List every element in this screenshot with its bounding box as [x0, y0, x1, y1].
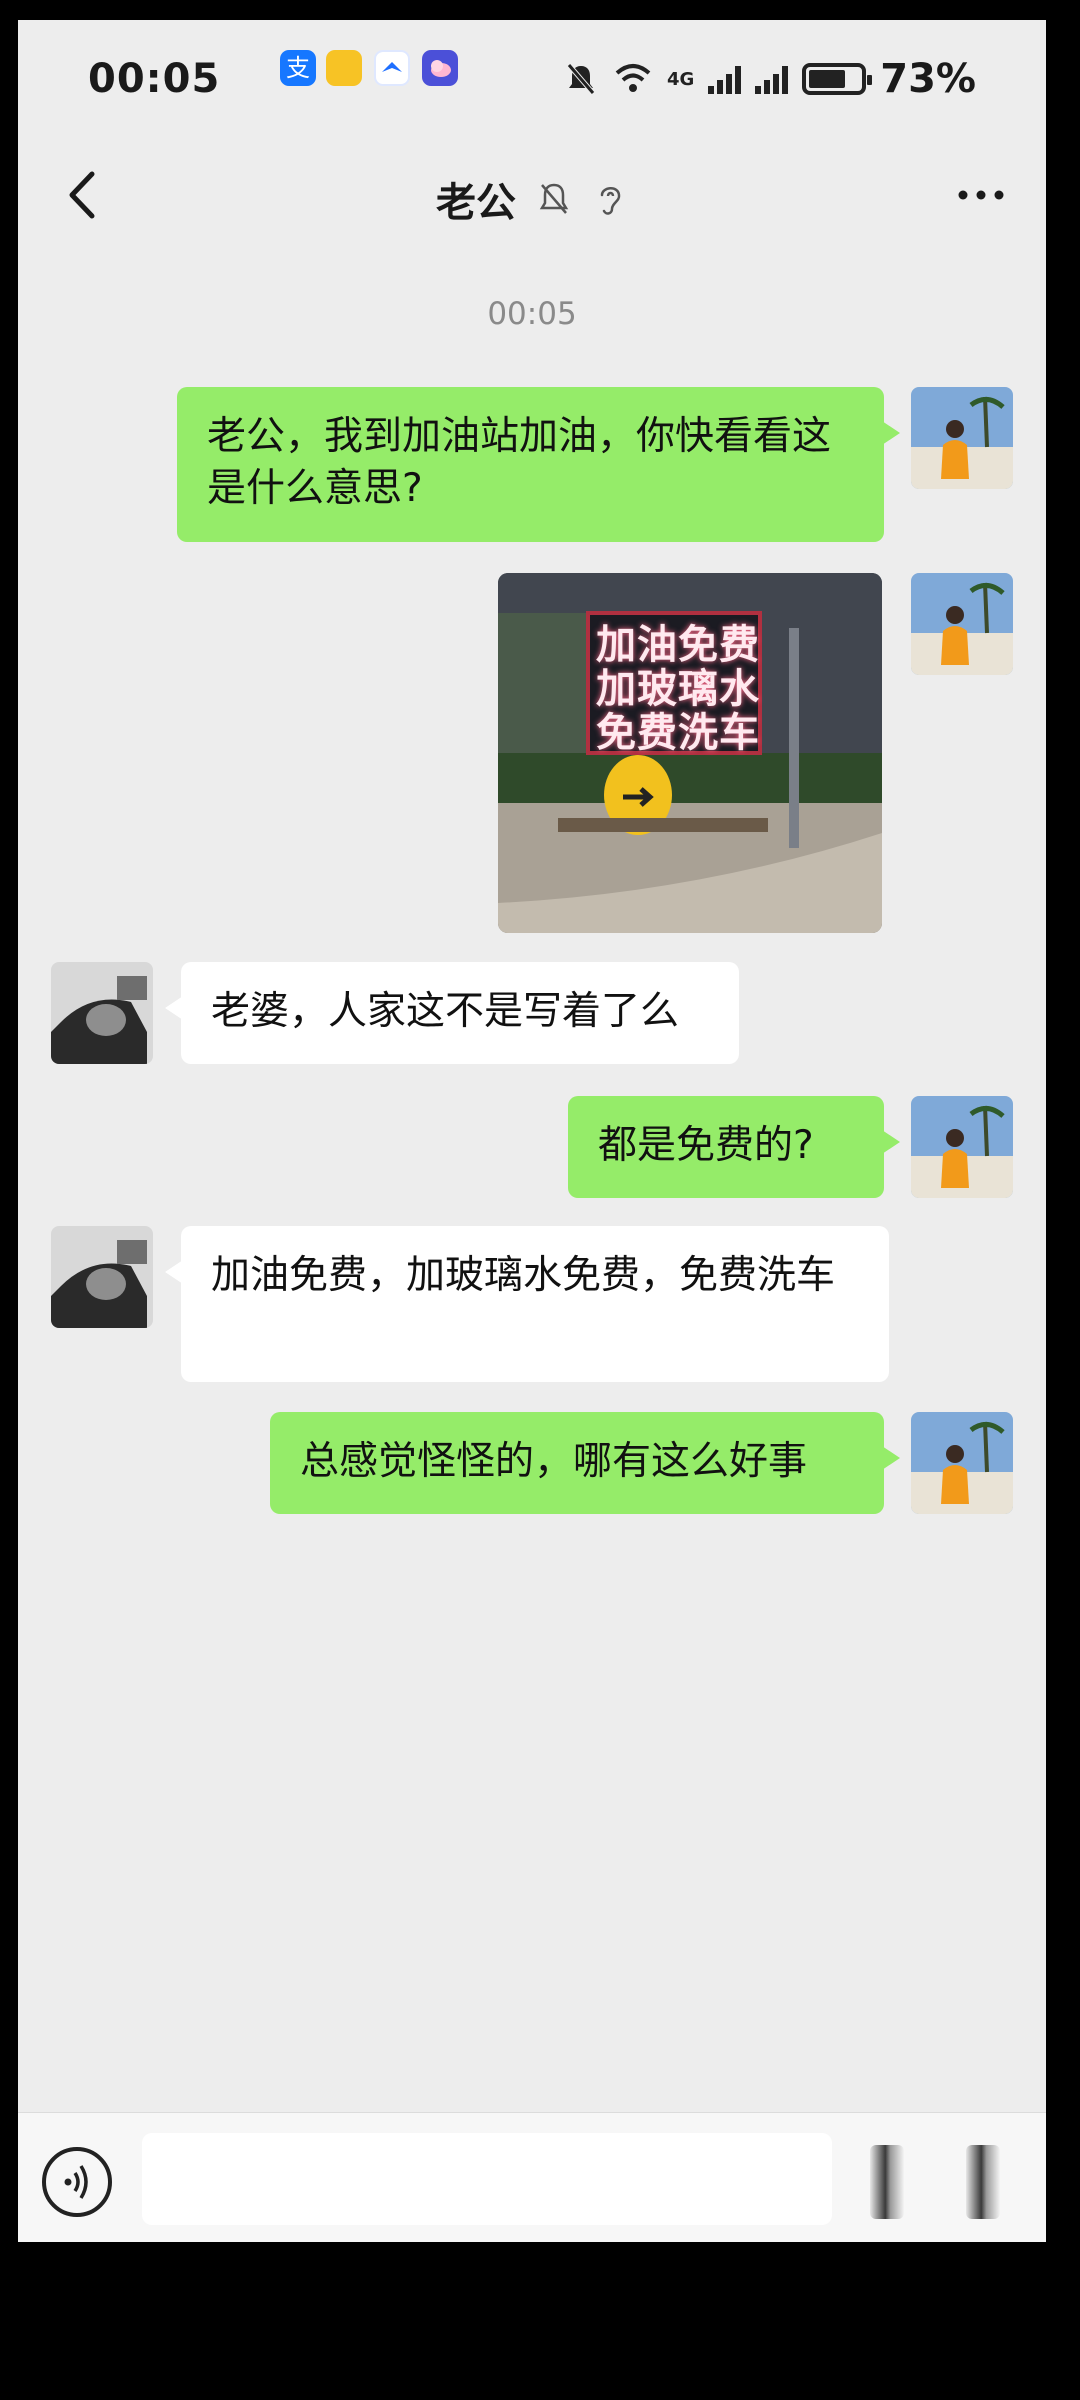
contact-avatar[interactable] — [51, 1226, 153, 1328]
nav-bar: 老公 — [18, 140, 1046, 260]
my-avatar[interactable] — [911, 573, 1013, 675]
map-app-icon — [374, 50, 410, 86]
more-options-button[interactable] — [946, 165, 1016, 225]
title-group: 老公 — [18, 170, 1046, 228]
wifi-icon — [615, 64, 651, 92]
message-input[interactable] — [142, 2133, 832, 2225]
message-bubble-received[interactable]: 老婆，人家这不是写着了么 — [165, 962, 739, 1064]
add-button[interactable] — [966, 2145, 1000, 2219]
status-indicators: 4G 73% — [563, 56, 976, 102]
notes-app-icon — [326, 50, 362, 86]
battery-icon — [802, 63, 873, 95]
more-dots-icon — [958, 190, 1004, 200]
sign-line-1: 加油免费 — [596, 622, 760, 668]
emoji-button[interactable] — [870, 2145, 904, 2219]
signal-icon-2 — [755, 64, 789, 94]
battery-percent: 73% — [880, 56, 976, 102]
alipay-icon: 支 — [280, 50, 316, 86]
message-bubble-sent[interactable]: 老公，我到加油站加油，你快看看这是什么意思? — [177, 387, 900, 542]
ear-icon — [600, 187, 621, 215]
message-bubble-sent[interactable]: 总感觉怪怪的，哪有这么好事 — [270, 1412, 900, 1514]
network-type: 4G — [666, 68, 695, 90]
voice-input-button[interactable] — [42, 2147, 112, 2217]
chat-screen: 00:05 支 4G 73% 老公 00:05 老公，我到加油站加油，你快看看这… — [18, 20, 1046, 2242]
status-bar: 00:05 支 4G 73% — [18, 20, 1046, 130]
message-bubble-received[interactable]: 加油免费，加玻璃水免费，免费洗车 — [165, 1226, 889, 1382]
mute-icon — [567, 63, 595, 95]
screen: 00:05 支 4G 73% 老公 00:05 老公，我到加油站加油，你快看看这… — [0, 0, 1080, 2400]
signal-icon — [708, 64, 742, 94]
my-avatar[interactable] — [911, 1412, 1013, 1514]
my-avatar[interactable] — [911, 387, 1013, 489]
message-bubble-sent[interactable]: 都是免费的? — [568, 1096, 900, 1198]
cloud-app-icon — [422, 50, 458, 86]
voice-icon — [64, 2165, 88, 2199]
input-bar — [18, 2112, 1046, 2242]
status-time: 00:05 — [88, 56, 221, 102]
contact-avatar[interactable] — [51, 962, 153, 1064]
image-message[interactable]: 加油免费 加玻璃水 免费洗车 — [498, 573, 882, 933]
my-avatar[interactable] — [911, 1096, 1013, 1198]
sign-line-2: 加玻璃水 — [596, 666, 760, 712]
chat-title: 老公 — [436, 180, 516, 226]
message-timestamp: 00:05 — [487, 296, 577, 332]
sign-line-3: 免费洗车 — [596, 710, 760, 756]
mute-bell-icon — [539, 183, 569, 214]
